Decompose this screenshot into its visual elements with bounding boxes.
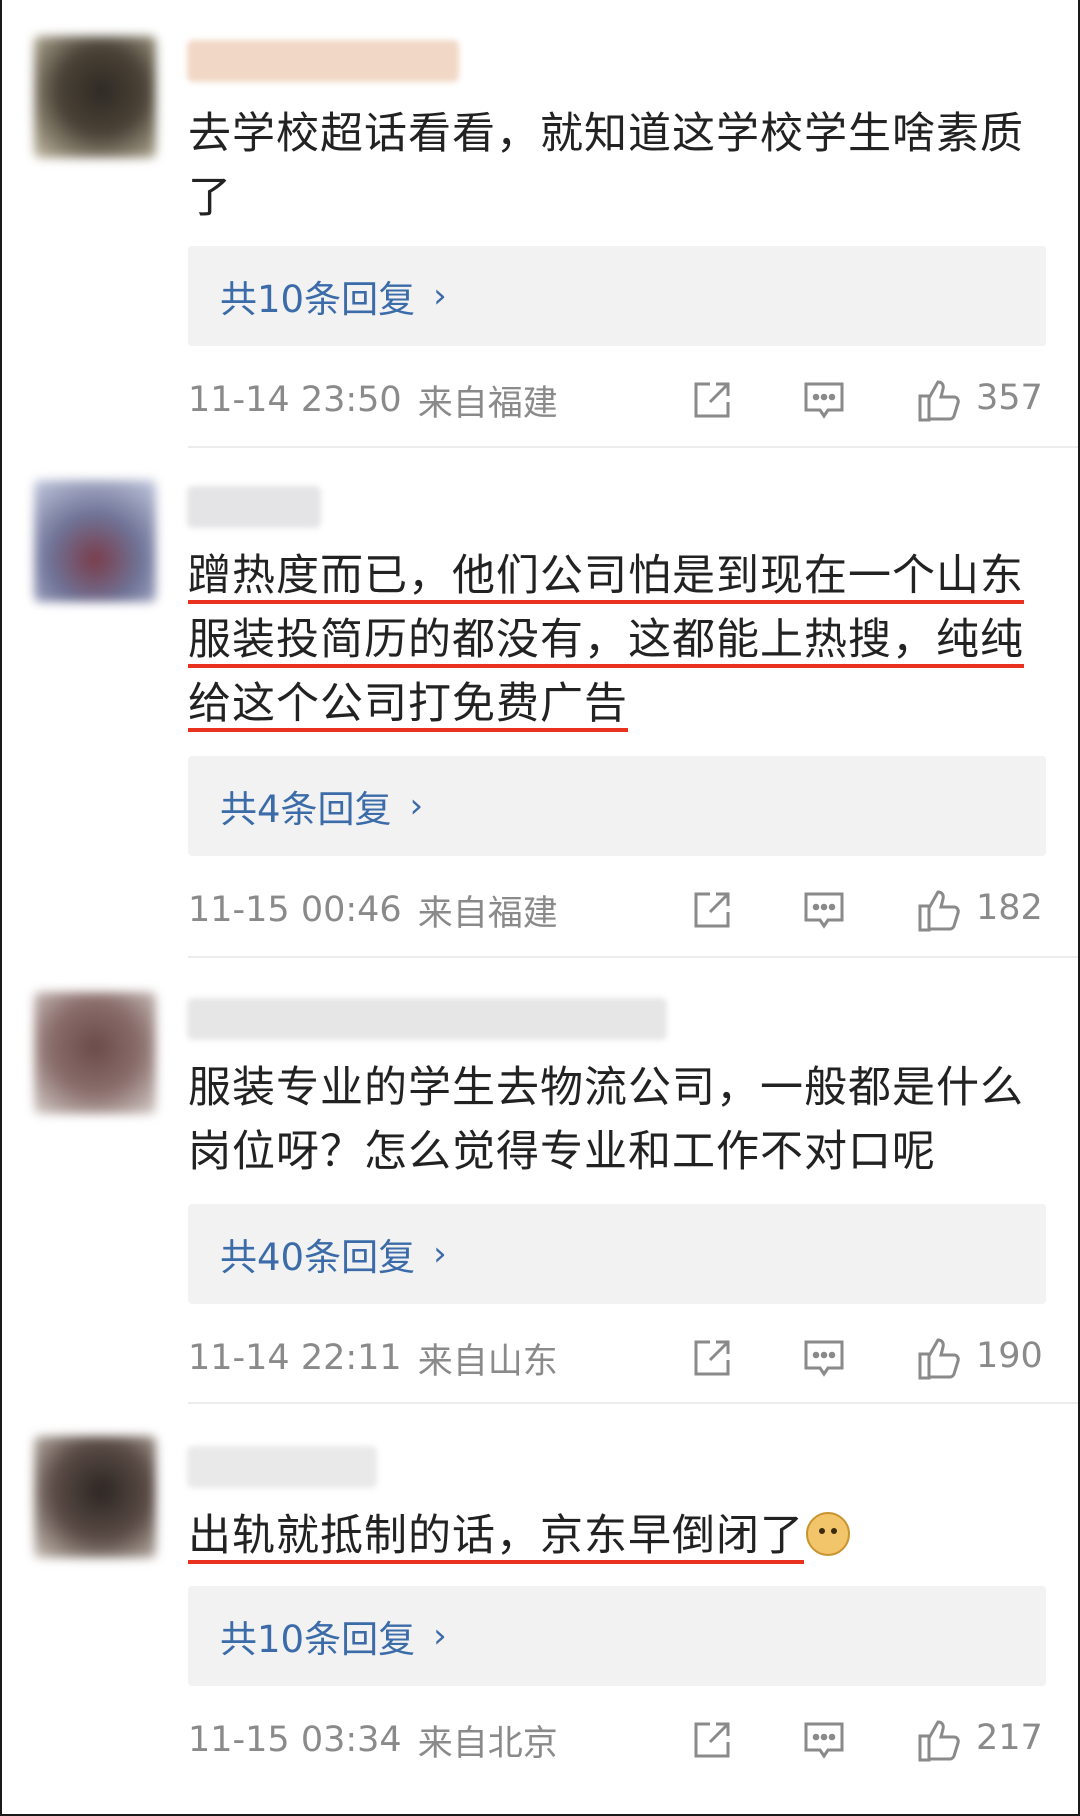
divider xyxy=(188,446,1078,448)
replies-label: 共10条回复 xyxy=(220,1618,416,1661)
avatar[interactable] xyxy=(34,480,156,602)
comment-icon[interactable] xyxy=(802,888,846,932)
timestamp: 11-14 23:50 xyxy=(188,380,402,420)
username-blurred[interactable] xyxy=(187,1446,377,1488)
comment-meta: 11-15 03:34 来自北京 217 xyxy=(188,1710,1046,1770)
comment-text: 蹭热度而已，他们公司怕是到现在一个山东服装投简历的都没有，这都能上热搜，纯纯给这… xyxy=(188,544,1048,736)
comment-text: 去学校超话看看，就知道这学校学生啥素质了 xyxy=(188,102,1048,230)
username-blurred[interactable] xyxy=(187,998,667,1040)
replies-label: 共4条回复 xyxy=(220,788,392,831)
thumbs-up-icon[interactable] xyxy=(916,1716,964,1764)
thumbs-up-icon[interactable] xyxy=(916,376,964,424)
share-icon[interactable] xyxy=(690,1336,734,1380)
doge-emoji-icon xyxy=(806,1512,850,1556)
avatar[interactable] xyxy=(34,1436,156,1558)
divider xyxy=(188,1402,1078,1404)
avatar[interactable] xyxy=(34,992,156,1114)
thumbs-up-icon[interactable] xyxy=(916,886,964,934)
chevron-right-icon: › xyxy=(409,786,424,826)
comment-text-span: 出轨就抵制的话，京东早倒闭了 xyxy=(188,1511,804,1561)
location: 来自福建 xyxy=(417,383,558,424)
replies-label: 共40条回复 xyxy=(220,1236,416,1279)
share-icon[interactable] xyxy=(690,1718,734,1762)
comment-text: 服装专业的学生去物流公司，一般都是什么岗位呀？怎么觉得专业和工作不对口呢 xyxy=(188,1056,1048,1184)
replies-label: 共10条回复 xyxy=(220,278,416,321)
share-icon[interactable] xyxy=(690,378,734,422)
view-replies-button[interactable]: 共10条回复 › xyxy=(188,1586,1046,1686)
chevron-right-icon: › xyxy=(433,1234,447,1274)
share-icon[interactable] xyxy=(690,888,734,932)
view-replies-button[interactable]: 共4条回复 › xyxy=(188,756,1046,856)
view-replies-button[interactable]: 共10条回复 › xyxy=(188,246,1046,346)
comment-text-span: 蹭热度而已，他们公司怕是到现在一个山东服装投简历的都没有，这都能上热搜，纯纯给这… xyxy=(188,551,1024,729)
like-count: 217 xyxy=(976,1718,1043,1758)
timestamp: 11-14 22:11 xyxy=(188,1338,402,1378)
comment-icon[interactable] xyxy=(802,1336,846,1380)
location: 来自山东 xyxy=(417,1341,558,1382)
timestamp: 11-15 03:34 xyxy=(188,1720,402,1760)
like-count: 190 xyxy=(976,1336,1043,1376)
thumbs-up-icon[interactable] xyxy=(916,1334,964,1382)
location: 来自北京 xyxy=(417,1723,558,1764)
comment-text: 出轨就抵制的话，京东早倒闭了 xyxy=(188,1504,1048,1568)
comment-meta: 11-14 23:50 来自福建 357 xyxy=(188,370,1046,430)
timestamp: 11-15 00:46 xyxy=(188,890,402,930)
divider xyxy=(188,956,1078,958)
chevron-right-icon: › xyxy=(433,276,447,316)
comment-text-span: 去学校超话看看，就知道这学校学生啥素质了 xyxy=(188,109,1024,223)
username-blurred[interactable] xyxy=(187,40,459,82)
comment-meta: 11-14 22:11 来自山东 190 xyxy=(188,1328,1046,1388)
comment-list: 去学校超话看看，就知道这学校学生啥素质了 共10条回复 › 11-14 23:5… xyxy=(0,0,1080,1816)
like-count: 357 xyxy=(976,378,1043,418)
view-replies-button[interactable]: 共40条回复 › xyxy=(188,1204,1046,1304)
comment-text-span: 服装专业的学生去物流公司，一般都是什么岗位呀？怎么觉得专业和工作不对口呢 xyxy=(188,1063,1024,1177)
username-blurred[interactable] xyxy=(187,486,321,528)
like-count: 182 xyxy=(976,888,1043,928)
location: 来自福建 xyxy=(417,893,558,934)
chevron-right-icon: › xyxy=(433,1616,447,1656)
comment-meta: 11-15 00:46 来自福建 182 xyxy=(188,880,1046,940)
avatar[interactable] xyxy=(34,36,156,158)
comment-icon[interactable] xyxy=(802,378,846,422)
comment-icon[interactable] xyxy=(802,1718,846,1762)
